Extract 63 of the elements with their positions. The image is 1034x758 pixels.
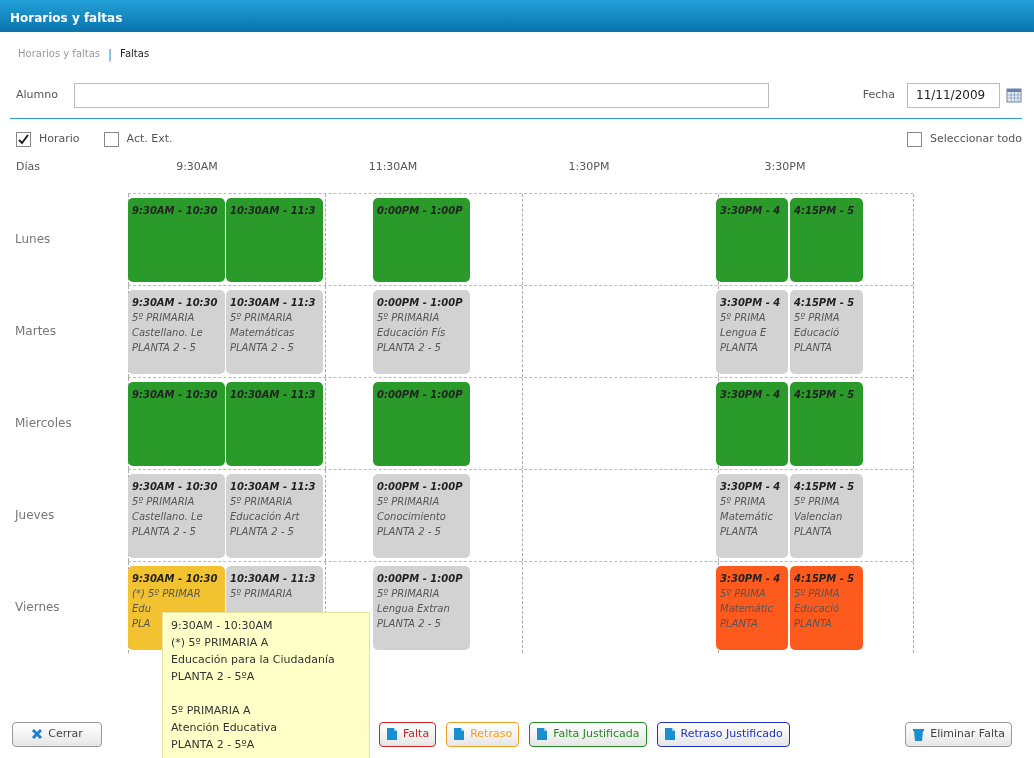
schedule-block[interactable]: 3:30PM - 4 (716, 382, 788, 466)
checkbox[interactable] (907, 131, 923, 147)
day-label: Lunes (15, 231, 51, 248)
schedule-block[interactable]: 3:30PM - 4 5º PRIMA Matemátic PLANTA (716, 474, 788, 558)
schedule-block[interactable]: 4:15PM - 5 5º PRIMA Educació PLANTA (790, 290, 863, 374)
time-header: 11:30AM (368, 160, 418, 173)
day-label: Jueves (15, 507, 55, 524)
schedule-block[interactable]: 3:30PM - 4 5º PRIMA Matemátic PLANTA (716, 566, 788, 650)
tooltip-line: Educación para la Ciudadanía (171, 652, 336, 668)
schedule-block[interactable]: 10:30AM - 11:3 (226, 198, 323, 282)
mark-button[interactable]: Retraso Justificado (656, 722, 790, 747)
document-icon (386, 727, 398, 742)
checkbox[interactable] (103, 131, 119, 147)
tooltip-line: Atención Educativa (171, 720, 278, 736)
time-header: 9:30AM (176, 160, 218, 173)
checkbox-label: Seleccionar todo (930, 130, 1022, 147)
document-icon (453, 727, 466, 742)
tooltip-line: PLANTA 2 - 5ºA (171, 669, 256, 685)
mark-button[interactable]: Falta Justificada (529, 722, 647, 747)
schedule-block[interactable]: 0:00PM - 1:00P (373, 382, 470, 466)
schedule-block[interactable]: 9:30AM - 10:30 5º PRIMARIA Castellano. Le PLANTA 2 - 5 (128, 474, 225, 558)
delete-button[interactable]: Eliminar Falta (905, 722, 1012, 747)
tooltip-line: PLANTA 2 - 5ºA (171, 737, 256, 753)
schedule-block[interactable]: 0:00PM - 1:00P 5º PRIMARIA Lengua Extran PLANTA 2 - 5 (373, 566, 470, 650)
schedule-block[interactable]: 0:00PM - 1:00P 5º PRIMARIA Conocimiento PLANTA 2 - 5 (373, 474, 470, 558)
time-header: 3:30PM (764, 160, 806, 173)
calendar-icon[interactable] (1006, 87, 1022, 103)
schedule-block[interactable]: 4:15PM - 5 5º PRIMA Valencian PLANTA (790, 474, 863, 558)
time-header: 1:30PM (568, 160, 610, 173)
schedule-block[interactable]: 0:00PM - 1:00P (373, 198, 470, 282)
column-header: Días (16, 159, 41, 175)
document-icon (663, 727, 676, 742)
separator: | (108, 47, 113, 64)
date-field[interactable]: 11/11/2009 (907, 82, 1000, 108)
breadcrumb-link[interactable]: Faltas (120, 46, 150, 61)
student-field[interactable] (74, 82, 769, 108)
close-button[interactable]: Cerrar (12, 722, 102, 747)
checkbox-label: Horario (39, 130, 80, 147)
tooltip-line: 5º PRIMARIA A (171, 703, 252, 719)
schedule-block[interactable]: 9:30AM - 10:30 (128, 198, 225, 282)
schedule-block[interactable]: 10:30AM - 11:3 5º PRIMARIA Educación Art PLANTA 2 - 5 (226, 474, 323, 558)
field-label: Alumno (16, 86, 58, 103)
document-icon (536, 727, 549, 742)
close-icon (31, 728, 44, 741)
mark-button[interactable]: Falta (379, 722, 437, 747)
day-label: Martes (15, 323, 56, 340)
trash-icon (912, 727, 926, 742)
schedule-block[interactable]: 9:30AM - 10:30 (128, 382, 225, 466)
schedule-block[interactable]: 4:15PM - 5 (790, 198, 863, 282)
checkbox[interactable] (16, 131, 31, 147)
schedule-block[interactable]: 4:15PM - 5 (790, 382, 863, 466)
window-title: Horarios y faltas (0, 0, 1034, 32)
schedule-block[interactable]: 3:30PM - 4 5º PRIMA Lengua E PLANTA (716, 290, 788, 374)
schedule-block[interactable]: 3:30PM - 4 (716, 198, 788, 282)
field-label: Fecha (862, 86, 895, 103)
checkbox-label: Act. Ext. (126, 130, 173, 147)
schedule-block[interactable]: 10:30AM - 11:3 5º PRIMARIA Matemáticas PLANTA 2 - 5 (226, 290, 323, 374)
schedule-block[interactable]: 10:30AM - 11:3 (226, 382, 323, 466)
day-label: Miercoles (15, 415, 72, 432)
day-label: Viernes (15, 599, 60, 616)
schedule-block[interactable]: 9:30AM - 10:30 5º PRIMARIA Castellano. Le PLANTA 2 - 5 (128, 290, 225, 374)
schedule-block[interactable]: 0:00PM - 1:00P 5º PRIMARIA Educación Fís PLANTA 2 - 5 (373, 290, 470, 374)
schedule-block[interactable]: 4:15PM - 5 5º PRIMA Educació PLANTA (790, 566, 863, 650)
